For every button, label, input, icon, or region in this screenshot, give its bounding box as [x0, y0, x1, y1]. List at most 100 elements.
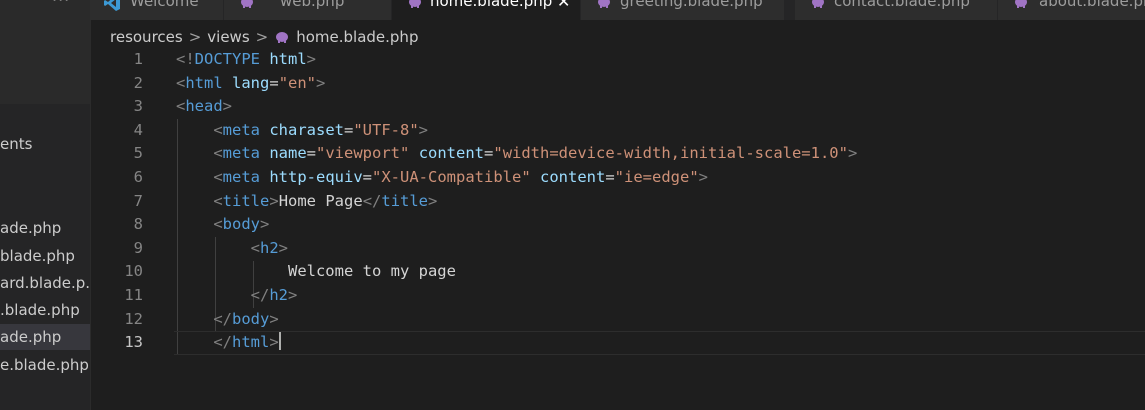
- code-token: >: [306, 50, 317, 68]
- line-number: 9: [133, 238, 143, 257]
- code-token: lang: [232, 73, 270, 92]
- explorer-file-item[interactable]: ade.php: [0, 215, 90, 241]
- code-token: <: [213, 144, 223, 163]
- code-token: title: [222, 191, 270, 210]
- tab-welcome[interactable]: Welcome: [90, 0, 224, 20]
- code-token: </: [213, 309, 232, 328]
- tab-web-php[interactable]: web.php: [224, 0, 392, 20]
- code-line[interactable]: 13 </html>: [90, 331, 1145, 355]
- code-token: =: [605, 168, 615, 186]
- close-icon[interactable]: ✕: [557, 0, 570, 11]
- breadcrumb-item-views[interactable]: views: [207, 28, 249, 46]
- code-line[interactable]: 1 <!DOCTYPE html>: [90, 48, 1145, 72]
- code-token: =: [306, 144, 317, 163]
- code-token: meta: [222, 120, 260, 139]
- code-line[interactable]: 8 <body>: [90, 213, 1145, 237]
- code-token: </: [250, 286, 270, 304]
- code-token: <: [213, 120, 223, 139]
- code-token: >: [418, 120, 429, 139]
- line-number: 3: [133, 97, 143, 116]
- line-number: 5: [133, 144, 143, 163]
- code-token: "UTF-8": [353, 120, 419, 139]
- code-token: =: [269, 73, 279, 92]
- code-line[interactable]: 10 Welcome to my page: [90, 260, 1145, 284]
- code-token: "viewport": [316, 144, 410, 163]
- code-token: >: [269, 309, 279, 328]
- more-actions-icon[interactable]: ···: [52, 0, 70, 9]
- php-elephant-icon: [1013, 0, 1029, 14]
- code-text: </h2>: [176, 284, 298, 308]
- code-line[interactable]: 3 <head>: [90, 95, 1145, 119]
- line-number: 2: [133, 73, 143, 92]
- explorer-file-item[interactable]: blade.php: [0, 243, 90, 269]
- code-text: Welcome to my page: [176, 260, 456, 284]
- code-editor[interactable]: 1 <!DOCTYPE html> 2 <html lang="en"> 3 <head>…: [90, 48, 1145, 410]
- code-text: <body>: [176, 213, 269, 237]
- code-token: <: [213, 191, 223, 210]
- code-token: </: [213, 333, 232, 352]
- code-line[interactable]: 2 <html lang="en">: [90, 72, 1145, 96]
- code-token: meta: [222, 144, 260, 163]
- code-token: html: [232, 333, 270, 352]
- tab-about-blade-php[interactable]: about.blade.ph: [998, 0, 1145, 20]
- code-line[interactable]: 9 <h2>: [90, 237, 1145, 261]
- line-number: 10: [124, 262, 143, 281]
- code-token: h2: [260, 238, 279, 257]
- tab-label: Welcome: [130, 0, 199, 10]
- code-token: body: [232, 309, 270, 328]
- line-number: 1: [133, 50, 143, 68]
- line-number: 13: [124, 333, 143, 352]
- tab-label: about.blade.ph: [1039, 0, 1145, 10]
- tab-contact-blade-php[interactable]: contact.blade.php: [795, 0, 998, 20]
- code-token: name: [269, 144, 307, 163]
- code-token: "X-UA-Compatible": [372, 168, 531, 186]
- php-elephant-icon: [239, 0, 255, 14]
- tab-label: greeting.blade.php: [620, 0, 763, 10]
- code-line[interactable]: 5 <meta name="viewport" content="width=d…: [90, 142, 1145, 166]
- code-token: >: [278, 238, 289, 257]
- code-token: "en": [278, 73, 317, 92]
- code-text: <head>: [176, 95, 232, 119]
- tab-greeting-blade-php[interactable]: greeting.blade.php: [581, 0, 785, 20]
- code-token: <: [213, 168, 223, 186]
- tab-home-blade-php[interactable]: home.blade.php ✕: [392, 0, 581, 20]
- code-token: >: [428, 191, 438, 210]
- tab-label: contact.blade.php: [834, 0, 970, 10]
- code-token: content: [540, 168, 606, 186]
- code-token: Home Page: [278, 191, 363, 210]
- explorer-file-item[interactable]: .blade.php: [0, 297, 90, 323]
- explorer-section-label[interactable]: ents: [0, 135, 32, 153]
- code-line[interactable]: 12 </body>: [90, 308, 1145, 332]
- code-token: charaset: [269, 120, 344, 139]
- vscode-icon: [103, 0, 121, 16]
- explorer-file-item[interactable]: e.blade.php: [0, 352, 90, 378]
- code-token: >: [222, 97, 233, 116]
- code-text: </html>: [176, 331, 281, 355]
- code-token: title: [381, 191, 429, 210]
- breadcrumb-item-file[interactable]: home.blade.php: [296, 28, 418, 46]
- code-token: =: [362, 168, 373, 186]
- code-text: <title>Home Page</title>: [176, 190, 437, 214]
- code-line[interactable]: 6 <meta http-equiv="X-UA-Compatible" con…: [90, 166, 1145, 190]
- breadcrumb-item-resources[interactable]: resources: [110, 28, 183, 46]
- code-line[interactable]: 4 <meta charaset="UTF-8">: [90, 119, 1145, 143]
- editor-tab-bar: Welcome web.php home.blade.php ✕ greetin…: [90, 0, 1145, 20]
- explorer-file-item-active[interactable]: ade.php: [0, 324, 90, 350]
- code-line[interactable]: 11 </h2>: [90, 284, 1145, 308]
- code-line[interactable]: 7 <title>Home Page</title>: [90, 190, 1145, 214]
- code-token: >: [698, 168, 709, 186]
- php-elephant-icon: [407, 0, 423, 14]
- sidebar-header: [0, 0, 90, 104]
- explorer-file-item[interactable]: ard.blade.p...: [0, 270, 90, 296]
